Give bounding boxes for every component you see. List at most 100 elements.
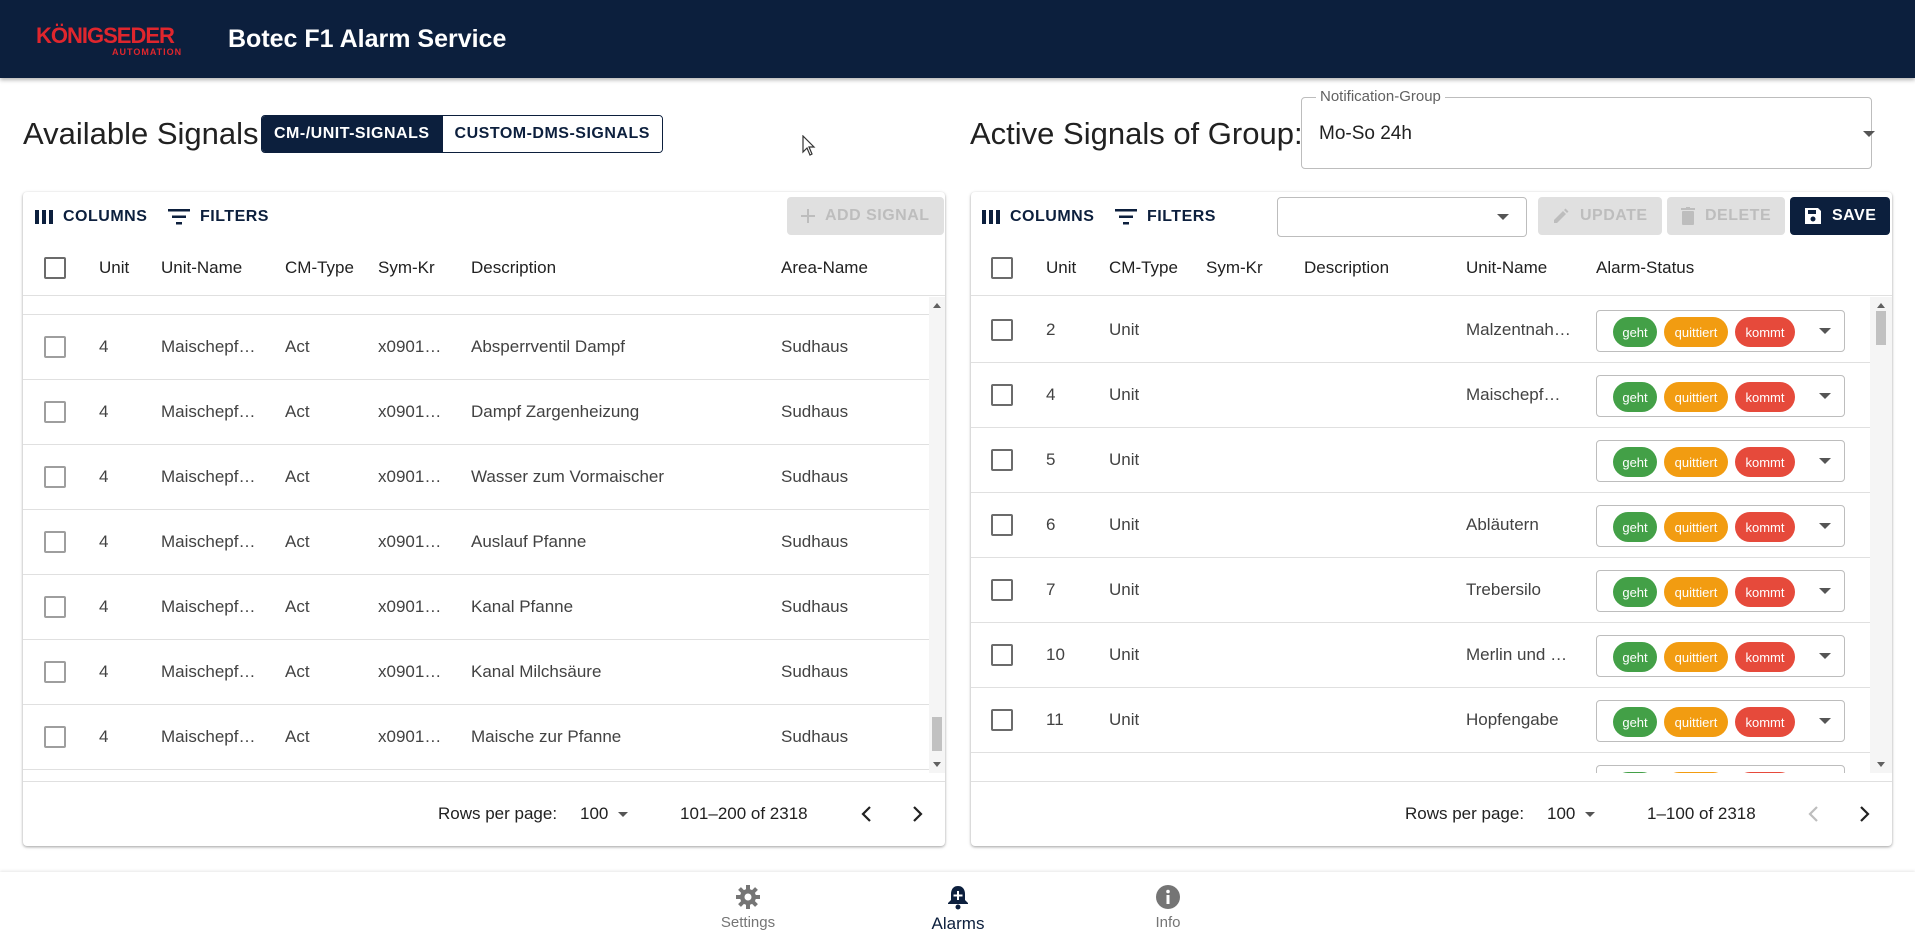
update-button[interactable]: UPDATE xyxy=(1538,197,1662,235)
row-checkbox[interactable] xyxy=(991,449,1013,471)
status-chip-geht[interactable]: geht xyxy=(1613,382,1657,412)
table-row[interactable]: 4 Maischepf… Act x0901… Kanal Pfanne Sudhaus xyxy=(23,575,929,640)
scrollbar-thumb[interactable] xyxy=(932,717,942,751)
column-header-description[interactable]: Description xyxy=(1304,258,1389,278)
notification-group-select[interactable]: Notification-Group Mo-So 24h xyxy=(1301,88,1875,169)
row-checkbox[interactable] xyxy=(991,384,1013,406)
filters-button[interactable]: FILTERS xyxy=(1115,202,1216,232)
table-row[interactable]: 4 Unit Maischepf… geht quittiert kommt xyxy=(971,363,1870,428)
nav-alarms[interactable]: Alarms xyxy=(898,884,1018,934)
save-button[interactable]: SAVE xyxy=(1790,197,1891,235)
table-row[interactable]: 4 Maischepf… Act x0901… Kanal Milchsäure Sudh… xyxy=(23,640,929,705)
next-page-icon[interactable] xyxy=(1854,804,1874,824)
column-header-sym-kr[interactable]: Sym-Kr xyxy=(378,258,435,278)
scroll-up-icon[interactable] xyxy=(933,303,941,308)
status-chip-kommt[interactable]: kommt xyxy=(1735,707,1795,737)
table-row[interactable]: 7 Unit Trebersilo geht quittiert kommt xyxy=(971,558,1870,623)
column-header-cm-type[interactable]: CM-Type xyxy=(285,258,354,278)
row-checkbox[interactable] xyxy=(44,661,66,683)
status-chip-kommt[interactable]: kommt xyxy=(1735,317,1795,347)
alarm-status-select[interactable]: geht quittiert kommt xyxy=(1596,570,1845,612)
alarm-status-select[interactable]: geht quittiert kommt xyxy=(1596,635,1845,677)
row-checkbox[interactable] xyxy=(44,596,66,618)
scroll-up-icon[interactable] xyxy=(1877,303,1885,308)
left-grid-scrollbar[interactable] xyxy=(929,297,945,773)
column-header-unit-name[interactable]: Unit-Name xyxy=(161,258,242,278)
add-signal-button[interactable]: ADD SIGNAL xyxy=(787,197,944,235)
select-all-checkbox[interactable] xyxy=(991,257,1013,279)
row-checkbox[interactable] xyxy=(44,726,66,748)
signal-filter-select[interactable] xyxy=(1277,197,1527,237)
table-row[interactable]: 11 Unit Hopfengabe geht quittiert kommt xyxy=(971,688,1870,753)
status-chip-kommt[interactable]: kommt xyxy=(1735,382,1795,412)
row-checkbox[interactable] xyxy=(991,709,1013,731)
next-page-icon[interactable] xyxy=(907,804,927,824)
table-row[interactable]: 4 Maischepf… Act x0901… Dampf Zargenheizung S… xyxy=(23,380,929,445)
delete-button[interactable]: DELETE xyxy=(1667,197,1786,235)
status-chip-geht[interactable]: geht xyxy=(1613,512,1657,542)
status-chip-kommt[interactable]: kommt xyxy=(1735,642,1795,672)
row-checkbox[interactable] xyxy=(991,319,1013,341)
scroll-down-icon[interactable] xyxy=(1877,762,1885,767)
row-checkbox[interactable] xyxy=(44,531,66,553)
scrollbar-thumb[interactable] xyxy=(1876,311,1886,345)
nav-settings[interactable]: Settings xyxy=(688,884,808,931)
status-chip-quittiert[interactable]: quittiert xyxy=(1664,577,1728,607)
rows-per-page-select[interactable]: 100 xyxy=(1547,804,1575,824)
columns-button[interactable]: COLUMNS xyxy=(35,202,147,232)
alarm-status-select[interactable]: geht quittiert kommt xyxy=(1596,440,1845,482)
column-header-unit-name[interactable]: Unit-Name xyxy=(1466,258,1547,278)
row-checkbox[interactable] xyxy=(44,336,66,358)
table-row[interactable]: 5 Unit geht quittiert kommt xyxy=(971,428,1870,493)
status-chip-geht[interactable]: geht xyxy=(1613,642,1657,672)
status-chip-quittiert[interactable]: quittiert xyxy=(1664,512,1728,542)
table-row[interactable]: 6 Unit Abläutern geht quittiert kommt xyxy=(971,493,1870,558)
status-chip-quittiert[interactable]: quittiert xyxy=(1664,707,1728,737)
cm-unit-signals-toggle[interactable]: CM-/UNIT-SIGNALS xyxy=(262,116,442,152)
rows-per-page-select[interactable]: 100 xyxy=(580,804,608,824)
row-checkbox[interactable] xyxy=(44,401,66,423)
scroll-down-icon[interactable] xyxy=(933,762,941,767)
column-header-area-name[interactable]: Area-Name xyxy=(781,258,868,278)
previous-page-icon[interactable] xyxy=(857,804,877,824)
row-checkbox[interactable] xyxy=(991,579,1013,601)
table-row[interactable]: 4 Maischepf… Act x0901… Wasser zum Vormaisch… xyxy=(23,445,929,510)
row-checkbox[interactable] xyxy=(991,644,1013,666)
custom-dms-signals-toggle[interactable]: CUSTOM-DMS-SIGNALS xyxy=(441,116,662,152)
status-chip-quittiert[interactable]: quittiert xyxy=(1664,382,1728,412)
table-row[interactable]: 2 Unit Malzentnah… geht quittiert kommt xyxy=(971,298,1870,363)
column-header-sym-kr[interactable]: Sym-Kr xyxy=(1206,258,1263,278)
status-chip-kommt[interactable]: kommt xyxy=(1735,512,1795,542)
column-header-cm-type[interactable]: CM-Type xyxy=(1109,258,1178,278)
alarm-status-select[interactable]: geht quittiert kommt xyxy=(1596,375,1845,417)
status-chip-geht[interactable]: geht xyxy=(1613,577,1657,607)
alarm-status-select[interactable]: geht quittiert kommt xyxy=(1596,700,1845,742)
column-header-unit[interactable]: Unit xyxy=(99,258,129,278)
status-chip-quittiert[interactable]: quittiert xyxy=(1664,317,1728,347)
row-checkbox[interactable] xyxy=(991,514,1013,536)
column-header-alarm-status[interactable]: Alarm-Status xyxy=(1596,258,1694,278)
alarm-status-select[interactable] xyxy=(1596,765,1845,773)
nav-info[interactable]: Info xyxy=(1108,884,1228,931)
table-row[interactable]: 10 Unit Merlin und … geht quittiert kommt xyxy=(971,623,1870,688)
status-chip-quittiert[interactable]: quittiert xyxy=(1664,642,1728,672)
row-checkbox[interactable] xyxy=(44,466,66,488)
status-chip-quittiert[interactable]: quittiert xyxy=(1664,447,1728,477)
alarm-status-select[interactable]: geht quittiert kommt xyxy=(1596,505,1845,547)
right-grid-scrollbar[interactable] xyxy=(1870,297,1892,773)
table-row[interactable]: 4 Maischepf… Act x0901… Auslauf Pfanne Sudhau… xyxy=(23,510,929,575)
status-chip-geht[interactable]: geht xyxy=(1613,707,1657,737)
status-chip-kommt[interactable]: kommt xyxy=(1735,577,1795,607)
alarm-status-select[interactable]: geht quittiert kommt xyxy=(1596,310,1845,352)
select-all-checkbox[interactable] xyxy=(44,257,66,279)
status-chip-geht[interactable]: geht xyxy=(1613,447,1657,477)
columns-button[interactable]: COLUMNS xyxy=(982,202,1094,232)
column-header-unit[interactable]: Unit xyxy=(1046,258,1076,278)
table-row[interactable]: 4 Maischepf… Act x0901… Absperrventil Dampf S… xyxy=(23,315,929,380)
table-row[interactable]: 4 Maischepf… Act x0901… Maische zur Pfanne Su… xyxy=(23,705,929,770)
filters-button[interactable]: FILTERS xyxy=(168,202,269,232)
status-chip-kommt[interactable]: kommt xyxy=(1735,447,1795,477)
previous-page-icon[interactable] xyxy=(1804,804,1824,824)
column-header-description[interactable]: Description xyxy=(471,258,556,278)
status-chip-geht[interactable]: geht xyxy=(1613,317,1657,347)
